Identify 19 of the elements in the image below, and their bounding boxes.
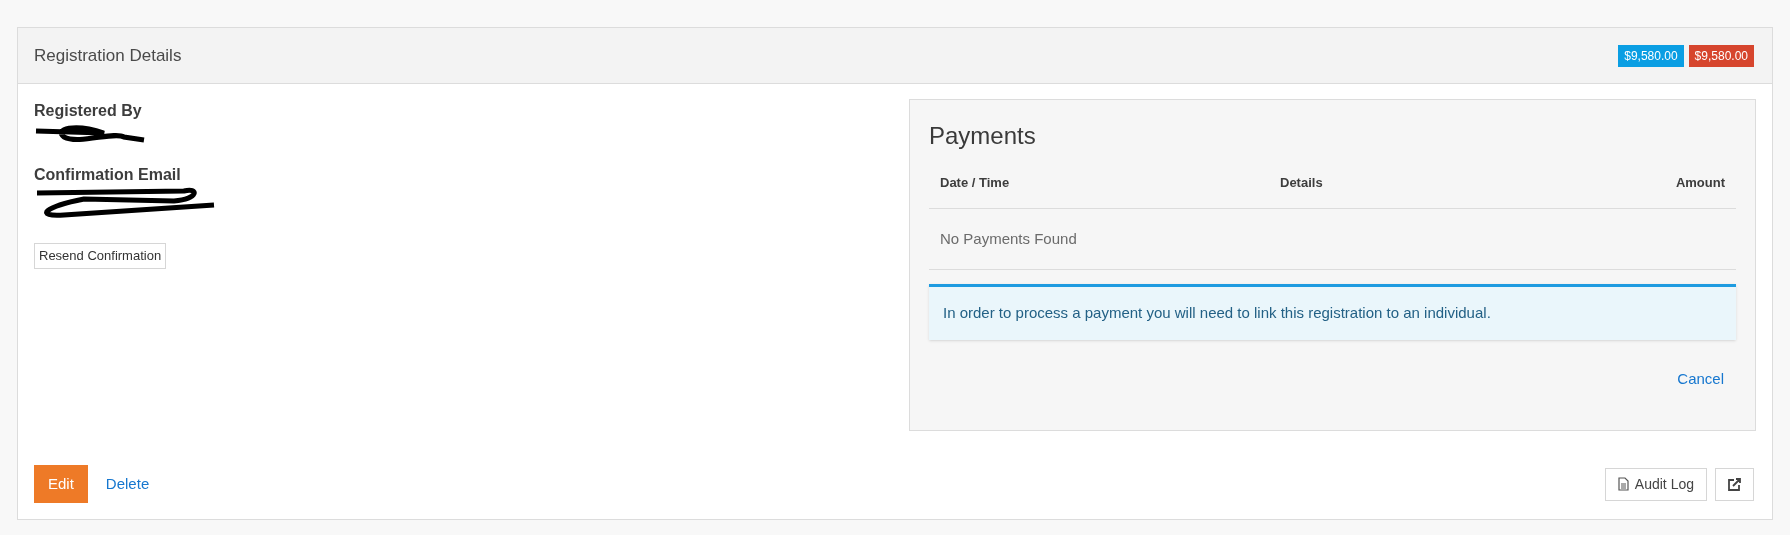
- delete-link[interactable]: Delete: [105, 472, 150, 496]
- external-link-button[interactable]: [1715, 467, 1754, 501]
- empty-message: No Payments Found: [940, 228, 1077, 249]
- audit-log-button[interactable]: Audit Log: [1604, 467, 1707, 501]
- cancel-link[interactable]: Cancel: [1677, 368, 1724, 391]
- panel-title: Registration Details: [34, 44, 182, 67]
- field-label: Registered By: [34, 101, 143, 121]
- column-header: Amount: [1675, 174, 1725, 193]
- payments-title: Payments: [929, 121, 1037, 151]
- edit-button[interactable]: Edit: [34, 465, 88, 503]
- amount-badge: $9,580.00: [1688, 44, 1754, 67]
- field-label: Confirmation Email: [34, 165, 182, 185]
- resend-confirmation-button[interactable]: Resend Confirmation: [34, 243, 167, 269]
- document-icon: [1617, 477, 1629, 491]
- column-header: Date / Time: [940, 174, 1011, 193]
- amount-badge: $9,580.00: [1618, 44, 1684, 67]
- column-header: Details: [1280, 174, 1324, 193]
- external-link-icon: [1727, 476, 1742, 492]
- alert-text: In order to process a payment you will need to link this registration to an individual.: [943, 303, 1491, 324]
